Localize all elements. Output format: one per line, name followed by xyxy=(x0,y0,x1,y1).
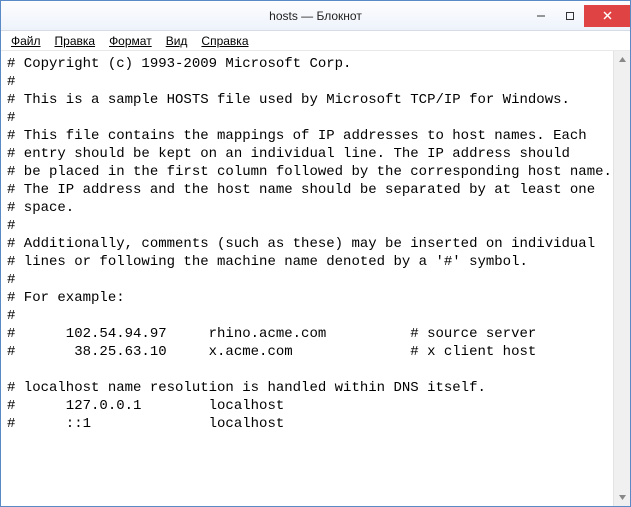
scroll-up-arrow-icon[interactable] xyxy=(614,51,630,68)
menu-view[interactable]: Вид xyxy=(160,33,194,49)
titlebar[interactable]: hosts — Блокнот xyxy=(1,1,630,31)
window-controls xyxy=(526,5,630,27)
vertical-scrollbar[interactable] xyxy=(613,51,630,506)
close-button[interactable] xyxy=(584,5,630,27)
minimize-button[interactable] xyxy=(526,5,556,27)
notepad-window: hosts — Блокнот Файл Правка Формат Вид С… xyxy=(0,0,631,507)
menu-file[interactable]: Файл xyxy=(5,33,47,49)
menu-edit[interactable]: Правка xyxy=(49,33,102,49)
scrollbar-track[interactable] xyxy=(614,68,630,489)
menu-help[interactable]: Справка xyxy=(195,33,254,49)
menu-format[interactable]: Формат xyxy=(103,33,158,49)
text-editor[interactable]: # Copyright (c) 1993-2009 Microsoft Corp… xyxy=(1,51,613,506)
menubar: Файл Правка Формат Вид Справка xyxy=(1,31,630,51)
scroll-down-arrow-icon[interactable] xyxy=(614,489,630,506)
editor-area: # Copyright (c) 1993-2009 Microsoft Corp… xyxy=(1,51,630,506)
maximize-button[interactable] xyxy=(556,5,584,27)
